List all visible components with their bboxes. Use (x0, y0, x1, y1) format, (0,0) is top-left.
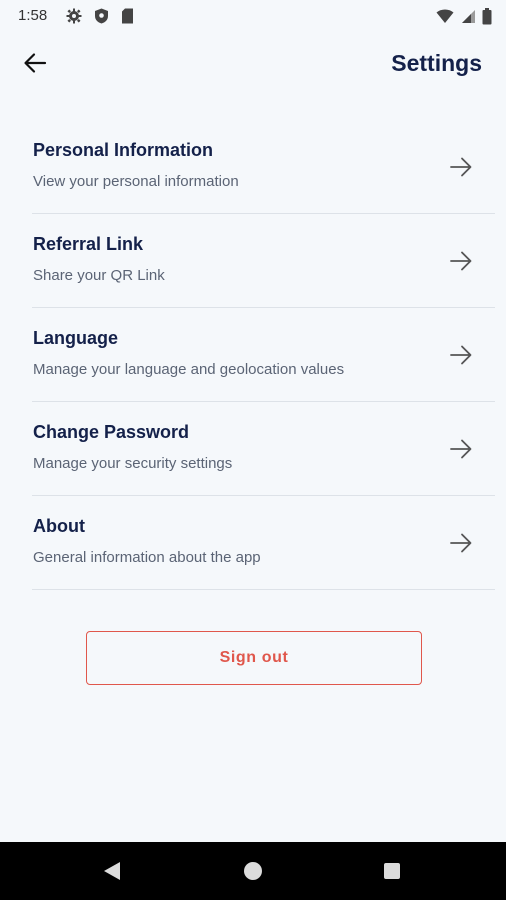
settings-item-subtitle: General information about the app (33, 549, 261, 566)
settings-item-referral-link[interactable]: Referral Link Share your QR Link (32, 214, 495, 308)
sd-card-icon (121, 8, 134, 29)
status-bar: 1:58 (0, 0, 506, 32)
settings-item-title: About (33, 516, 85, 536)
recents-square-icon[interactable] (384, 863, 400, 879)
status-icons-left (66, 8, 134, 29)
settings-list: Personal Information View your personal … (32, 120, 495, 590)
settings-item-subtitle: Manage your language and geolocation val… (33, 361, 345, 378)
app-header: Settings (0, 40, 506, 90)
back-triangle-icon[interactable] (104, 862, 120, 880)
settings-item-about[interactable]: About General information about the app (32, 496, 495, 590)
settings-item-language[interactable]: Language Manage your language and geoloc… (32, 308, 495, 402)
settings-item-subtitle: Share your QR Link (33, 267, 165, 284)
arrow-right-icon (449, 532, 473, 554)
home-circle-icon[interactable] (244, 862, 262, 880)
arrow-right-icon (449, 438, 473, 460)
settings-item-change-password[interactable]: Change Password Manage your security set… (32, 402, 495, 496)
wifi-icon (436, 9, 454, 29)
battery-icon (482, 8, 492, 30)
arrow-right-icon (449, 250, 473, 272)
arrow-right-icon (449, 156, 473, 178)
shield-icon (94, 8, 109, 29)
settings-item-subtitle: Manage your security settings (33, 455, 233, 472)
settings-item-title: Change Password (33, 422, 190, 442)
settings-item-title: Referral Link (33, 234, 144, 254)
sign-out-button[interactable]: Sign out (86, 631, 422, 685)
gear-icon (66, 8, 82, 29)
settings-item-title: Personal Information (33, 140, 214, 160)
status-icons-right (436, 8, 492, 30)
settings-item-personal-information[interactable]: Personal Information View your personal … (32, 120, 495, 214)
system-nav-bar (0, 842, 506, 900)
back-button[interactable] (20, 51, 50, 79)
settings-item-title: Language (33, 328, 119, 348)
status-time: 1:58 (18, 7, 48, 24)
page-title: Settings (391, 50, 482, 76)
signal-icon (460, 9, 476, 29)
arrow-right-icon (449, 344, 473, 366)
arrow-left-icon (23, 52, 47, 79)
settings-item-subtitle: View your personal information (33, 173, 239, 190)
